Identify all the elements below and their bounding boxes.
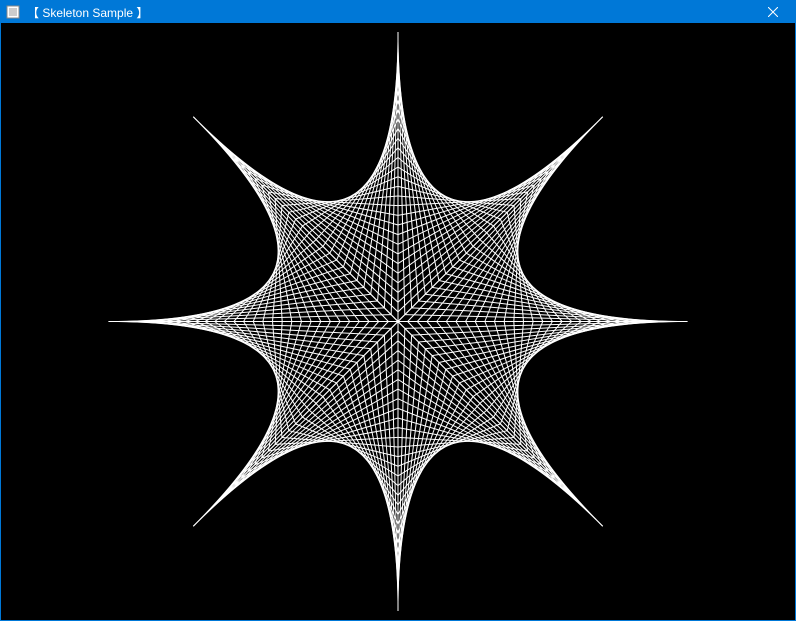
drawing-canvas bbox=[1, 23, 795, 620]
app-icon bbox=[5, 4, 21, 20]
app-window: 【 Skeleton Sample 】 bbox=[0, 0, 796, 621]
window-title: 【 Skeleton Sample 】 bbox=[27, 4, 148, 21]
close-button[interactable] bbox=[750, 1, 795, 23]
client-area bbox=[1, 23, 795, 620]
close-icon bbox=[768, 7, 778, 17]
titlebar[interactable]: 【 Skeleton Sample 】 bbox=[1, 1, 795, 23]
